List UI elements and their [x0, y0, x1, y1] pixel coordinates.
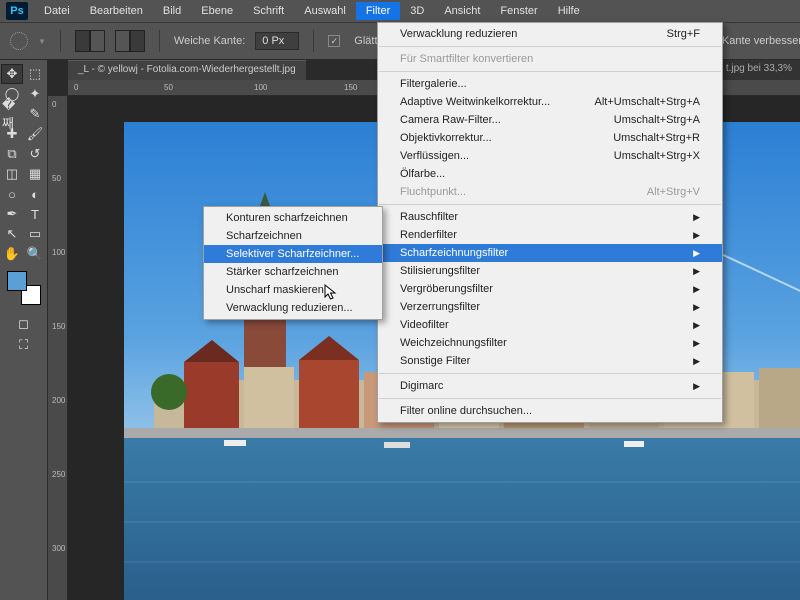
menuitem-camera-raw-filter-[interactable]: Camera Raw-Filter...Umschalt+Strg+A: [378, 111, 722, 129]
filter-menu[interactable]: Verwacklung reduzierenStrg+F Für Smartfil…: [377, 22, 723, 423]
menu-auswahl[interactable]: Auswahl: [294, 2, 356, 20]
menuitem-objektivkorrektur-[interactable]: Objektivkorrektur...Umschalt+Strg+R: [378, 129, 722, 147]
submenuitem-verwacklung-reduzieren-[interactable]: Verwacklung reduzieren...: [204, 299, 382, 317]
submenuitem-scharfzeichnen[interactable]: Scharfzeichnen: [204, 227, 382, 245]
menuitem-sonstige-filter[interactable]: Sonstige Filter▶: [378, 352, 722, 370]
feather-label: Weiche Kante:: [174, 35, 245, 47]
submenuitem-selektiver-scharfzeichner-[interactable]: Selektiver Scharfzeichner...: [204, 245, 382, 263]
pen-tool[interactable]: ✒: [1, 204, 23, 224]
menuitem-rauschfilter[interactable]: Rauschfilter▶: [378, 208, 722, 226]
quickmask-icon[interactable]: ◻: [13, 314, 35, 334]
type-tool[interactable]: T: [24, 204, 46, 224]
menu-schrift[interactable]: Schrift: [243, 2, 294, 20]
menuitem-filter-online-durchsuchen-[interactable]: Filter online durchsuchen...: [378, 402, 722, 420]
menuitem-f-r-smartfilter-konvertieren: Für Smartfilter konvertieren: [378, 50, 722, 68]
menuitem-scharfzeichnungsfilter[interactable]: Scharfzeichnungsfilter▶: [378, 244, 722, 262]
document-tab-2[interactable]: t.jpg bei 33,3%: [718, 60, 800, 80]
ruler-vertical: 050100150200250300: [48, 96, 68, 600]
toolbox: ✥⬚◯✦�째✎✚🖌⧉↺◫▦○◐✒T↖▭✋🔍 ◻ ⛶: [0, 60, 48, 600]
screenmode-icon[interactable]: ⛶: [13, 335, 35, 355]
menu-hilfe[interactable]: Hilfe: [548, 2, 590, 20]
menuitem--lfarbe-[interactable]: Ölfarbe...: [378, 165, 722, 183]
blur-tool[interactable]: ○: [1, 184, 23, 204]
menuitem-verwacklung-reduzieren[interactable]: Verwacklung reduzierenStrg+F: [378, 25, 722, 43]
selection-mode-swatch-2[interactable]: [115, 30, 145, 52]
menuitem-verfl-ssigen-[interactable]: Verflüssigen...Umschalt+Strg+X: [378, 147, 722, 165]
marquee-tool[interactable]: ⬚: [24, 64, 46, 84]
menu-ebene[interactable]: Ebene: [191, 2, 243, 20]
dodge-tool[interactable]: ◐: [24, 184, 46, 204]
feather-input[interactable]: 0 Px: [255, 32, 299, 50]
menuitem-adaptive-weitwinkelkorrektur-[interactable]: Adaptive Weitwinkelkorrektur...Alt+Umsch…: [378, 93, 722, 111]
menuitem-videofilter[interactable]: Videofilter▶: [378, 316, 722, 334]
crop-tool[interactable]: �째: [1, 104, 23, 124]
submenuitem-unscharf-maskieren-[interactable]: Unscharf maskieren...: [204, 281, 382, 299]
menuitem-weichzeichnungsfilter[interactable]: Weichzeichnungsfilter▶: [378, 334, 722, 352]
document-tab[interactable]: _L - © yellowj - Fotolia.com-Wiederherge…: [68, 60, 306, 80]
stamp-tool[interactable]: ⧉: [1, 144, 23, 164]
eyedrop-tool[interactable]: ✎: [24, 104, 46, 124]
dropdown-icon[interactable]: ▼: [38, 37, 46, 46]
history-tool[interactable]: ↺: [24, 144, 46, 164]
foreground-color-swatch[interactable]: [7, 271, 27, 291]
shape-tool[interactable]: ▭: [24, 224, 46, 244]
menu-datei[interactable]: Datei: [34, 2, 80, 20]
menubar: Ps DateiBearbeitenBildEbeneSchriftAuswah…: [0, 0, 800, 22]
app-logo: Ps: [6, 2, 28, 20]
refine-edge-label[interactable]: Kante verbesser: [722, 35, 800, 47]
menuitem-filtergalerie-[interactable]: Filtergalerie...: [378, 75, 722, 93]
menu-bild[interactable]: Bild: [153, 2, 191, 20]
submenuitem-st-rker-scharfzeichnen[interactable]: Stärker scharfzeichnen: [204, 263, 382, 281]
sharpen-submenu[interactable]: Konturen scharfzeichnenScharfzeichnenSel…: [203, 206, 383, 320]
menuitem-renderfilter[interactable]: Renderfilter▶: [378, 226, 722, 244]
zoom-tool[interactable]: 🔍: [24, 244, 46, 264]
hand-tool[interactable]: ✋: [1, 244, 23, 264]
submenuitem-konturen-scharfzeichnen[interactable]: Konturen scharfzeichnen: [204, 209, 382, 227]
menuitem-stilisierungsfilter[interactable]: Stilisierungsfilter▶: [378, 262, 722, 280]
selection-mode-swatch[interactable]: [75, 30, 105, 52]
menu-bearbeiten[interactable]: Bearbeiten: [80, 2, 153, 20]
wand-tool[interactable]: ✦: [24, 84, 46, 104]
menu-3d[interactable]: 3D: [400, 2, 434, 20]
menu-filter[interactable]: Filter: [356, 2, 400, 20]
menuitem-vergr-berungsfilter[interactable]: Vergröberungsfilter▶: [378, 280, 722, 298]
move-tool[interactable]: ✥: [1, 64, 23, 84]
marquee-tool-icon[interactable]: [10, 32, 28, 50]
menuitem-verzerrungsfilter[interactable]: Verzerrungsfilter▶: [378, 298, 722, 316]
antialias-checkbox[interactable]: ✓: [328, 35, 340, 47]
gradient-tool[interactable]: ▦: [24, 164, 46, 184]
antialias-label: Glätt: [354, 35, 377, 47]
eraser-tool[interactable]: ◫: [1, 164, 23, 184]
brush-tool[interactable]: 🖌: [24, 124, 46, 144]
menuitem-fluchtpunkt-: Fluchtpunkt...Alt+Strg+V: [378, 183, 722, 201]
color-picker[interactable]: [7, 271, 41, 305]
menu-ansicht[interactable]: Ansicht: [434, 2, 490, 20]
menuitem-digimarc[interactable]: Digimarc▶: [378, 377, 722, 395]
heal-tool[interactable]: ✚: [1, 124, 23, 144]
path-tool[interactable]: ↖: [1, 224, 23, 244]
menu-fenster[interactable]: Fenster: [490, 2, 547, 20]
